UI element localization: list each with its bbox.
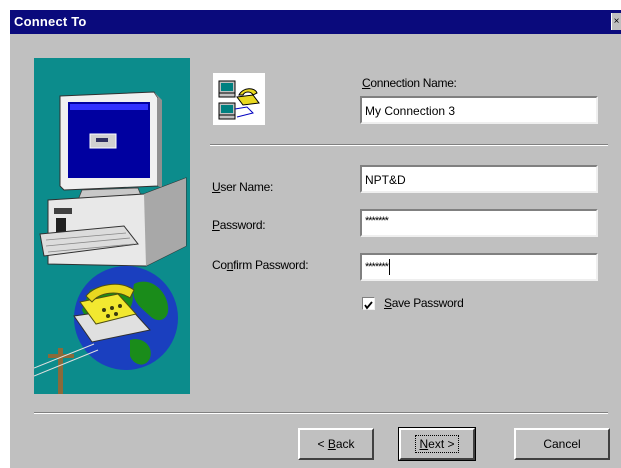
form-separator	[210, 144, 608, 146]
connection-name-label: Connection Name:	[362, 76, 457, 90]
computer-phone-globe-illustration-icon	[34, 91, 187, 394]
password-label-text: assword:	[219, 218, 266, 232]
save-password-label-text: ave Password	[391, 296, 464, 310]
back-button-prefix: <	[317, 437, 328, 451]
title-bar[interactable]: Connect To ×	[10, 10, 621, 34]
back-button-label: ack	[335, 437, 355, 451]
connection-name-value: My Connection 3	[365, 104, 456, 118]
back-button-accelerator: B	[327, 437, 336, 451]
user-name-label-text: ser Name:	[220, 180, 274, 194]
connection-name-label-text: onnection Name:	[370, 76, 457, 90]
dial-up-networking-icon	[213, 73, 265, 125]
save-password-label-accelerator: S	[384, 296, 392, 310]
confirm-password-label-prefix: Co	[212, 258, 227, 272]
next-button[interactable]: Next >	[398, 427, 476, 461]
password-label: Password:	[212, 218, 266, 232]
user-name-input[interactable]: NPT&D	[360, 165, 598, 193]
next-button-accelerator: N	[419, 437, 429, 451]
user-name-value: NPT&D	[365, 173, 406, 187]
checkmark-icon	[364, 301, 373, 310]
confirm-password-input[interactable]: *******	[360, 253, 598, 281]
back-button[interactable]: < Back	[298, 428, 374, 460]
password-label-accelerator: P	[212, 218, 220, 232]
cancel-button[interactable]: Cancel	[514, 428, 610, 460]
window-title: Connect To	[14, 14, 87, 29]
cancel-button-label: Cancel	[543, 437, 581, 451]
save-password-label[interactable]: Save Password	[384, 296, 464, 310]
wizard-illustration	[34, 58, 190, 394]
focus-rectangle: Next >	[415, 435, 459, 453]
confirm-password-label: Confirm Password:	[212, 258, 309, 272]
user-name-label: User Name:	[212, 180, 273, 194]
password-input[interactable]: *******	[360, 209, 598, 237]
connection-name-input[interactable]: My Connection 3	[360, 96, 598, 124]
save-password-checkbox[interactable]	[362, 297, 375, 310]
connect-to-dialog: Connect To × Connection Name: My Connect…	[10, 10, 621, 468]
confirm-password-label-text: firm Password:	[233, 258, 309, 272]
next-button-label: ext >	[428, 437, 455, 451]
confirm-password-value: *******	[365, 260, 389, 273]
close-button[interactable]: ×	[611, 13, 621, 30]
text-caret	[388, 259, 390, 275]
button-separator	[34, 412, 608, 414]
password-value: *******	[365, 215, 389, 227]
close-icon[interactable]: ×	[614, 16, 620, 27]
